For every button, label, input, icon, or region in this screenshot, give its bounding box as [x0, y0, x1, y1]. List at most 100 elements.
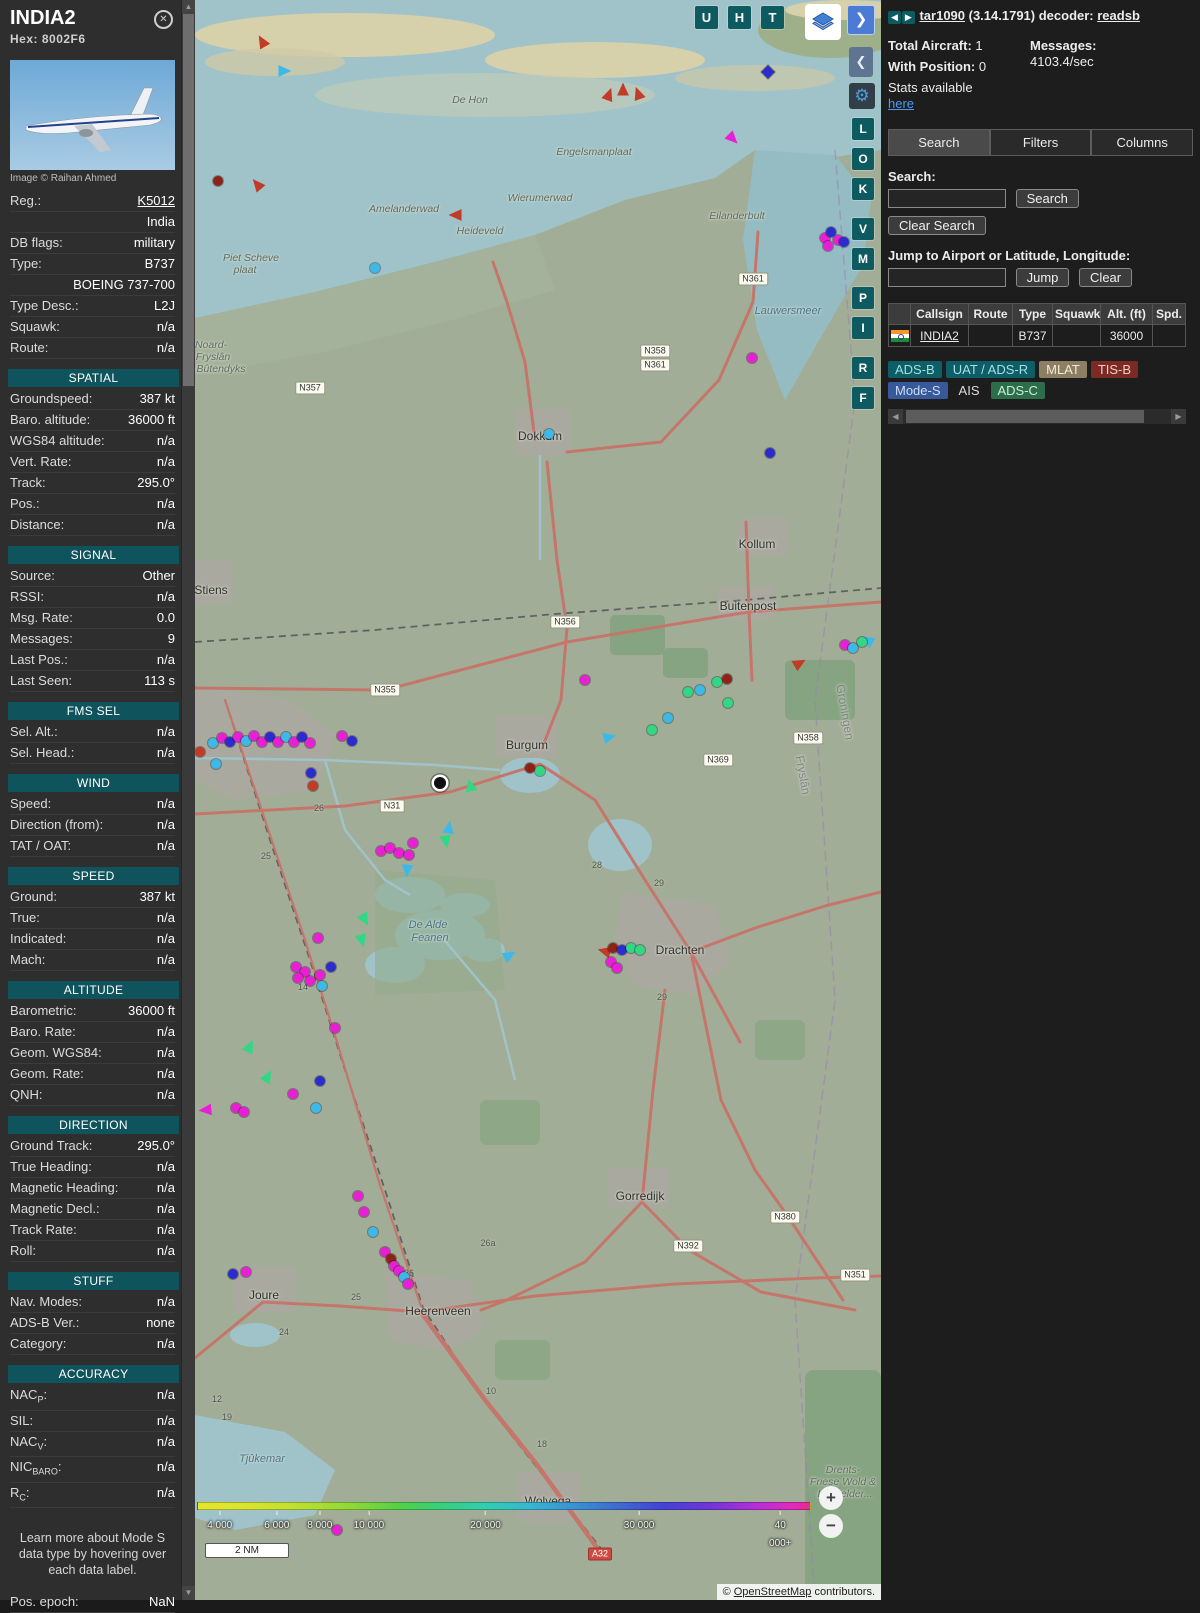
map-button-t[interactable]: T — [761, 6, 784, 29]
legend-mlat[interactable]: MLAT — [1039, 361, 1087, 378]
scroll-left-icon[interactable]: ◀ — [888, 409, 903, 424]
map-button-k[interactable]: K — [852, 178, 874, 200]
aircraft-marker[interactable] — [747, 353, 757, 363]
jump-input[interactable] — [888, 268, 1006, 287]
aircraft-marker[interactable] — [765, 448, 775, 458]
aircraft-marker[interactable] — [317, 981, 327, 991]
table-header-cell[interactable]: Squawk — [1053, 304, 1101, 325]
map-button-f[interactable]: F — [852, 387, 874, 409]
table-header-cell[interactable]: Callsign — [911, 304, 969, 325]
panel-collapse-left-icon[interactable]: ◀ — [888, 11, 901, 24]
legend-tis-b[interactable]: TIS-B — [1090, 361, 1139, 378]
aircraft-marker[interactable] — [525, 763, 535, 773]
table-header-cell[interactable]: Spd. — [1153, 304, 1186, 325]
aircraft-marker[interactable] — [353, 1191, 363, 1201]
aircraft-marker[interactable] — [305, 738, 315, 748]
aircraft-marker[interactable] — [315, 1076, 325, 1086]
aircraft-marker[interactable] — [195, 747, 205, 757]
aircraft-marker[interactable] — [647, 725, 657, 735]
callsign-link[interactable]: INDIA2 — [920, 329, 959, 343]
settings-button[interactable]: ⚙ — [849, 83, 875, 109]
aircraft-marker[interactable] — [306, 768, 316, 778]
collapse-sidebar-button[interactable]: ❮ — [849, 47, 873, 77]
aircraft-marker[interactable] — [311, 1103, 321, 1113]
search-button[interactable]: Search — [1015, 189, 1079, 208]
aircraft-marker[interactable] — [305, 976, 315, 986]
layers-button[interactable] — [805, 4, 841, 40]
table-horizontal-scrollbar[interactable]: ◀ ▶ — [888, 409, 1186, 424]
aircraft-marker[interactable] — [315, 970, 325, 980]
stats-here-link[interactable]: here — [888, 96, 914, 111]
tar1090-link[interactable]: tar1090 — [919, 8, 965, 23]
legend-uat-ads-r[interactable]: UAT / ADS-R — [945, 361, 1036, 378]
aircraft-marker[interactable] — [695, 685, 705, 695]
aircraft-marker[interactable] — [535, 766, 545, 776]
aircraft-marker[interactable] — [404, 850, 414, 860]
aircraft-marker[interactable] — [347, 736, 357, 746]
tab-columns[interactable]: Columns — [1091, 129, 1194, 156]
table-header-cell[interactable] — [889, 304, 911, 325]
aircraft-marker[interactable] — [635, 945, 645, 955]
close-icon[interactable]: ✕ — [154, 10, 173, 29]
map-button-m[interactable]: M — [852, 248, 874, 270]
aircraft-marker[interactable] — [326, 962, 336, 972]
search-input[interactable] — [888, 189, 1006, 208]
aircraft-marker[interactable] — [293, 973, 303, 983]
aircraft-photo[interactable] — [10, 60, 175, 170]
zoom-out-button[interactable]: − — [819, 1514, 843, 1538]
map-button-v[interactable]: V — [852, 218, 874, 240]
aircraft-marker[interactable] — [683, 687, 693, 697]
aircraft-marker[interactable] — [330, 1023, 340, 1033]
clear-search-button[interactable]: Clear Search — [888, 216, 986, 235]
hscroll-thumb[interactable] — [906, 410, 1144, 423]
map[interactable]: De Hon Engelsmanplaat Wierumerwad Amelander… — [195, 0, 881, 1600]
jump-clear-button[interactable]: Clear — [1079, 268, 1133, 287]
table-header-cell[interactable]: Alt. (ft) — [1101, 304, 1153, 325]
aircraft-marker[interactable] — [288, 1089, 298, 1099]
aircraft-marker[interactable] — [723, 698, 733, 708]
aircraft-marker[interactable] — [228, 1269, 238, 1279]
map-button-l[interactable]: L — [852, 118, 874, 140]
aircraft-marker[interactable] — [839, 237, 849, 247]
map-button-i[interactable]: I — [852, 317, 874, 339]
openstreetmap-link[interactable]: OpenStreetMap — [734, 1586, 812, 1598]
tab-search[interactable]: Search — [888, 129, 990, 156]
aircraft-marker[interactable] — [213, 176, 223, 186]
left-panel-scrollbar[interactable]: ▲ ▼ — [181, 0, 195, 1600]
aircraft-marker[interactable] — [359, 1207, 369, 1217]
map-button-u[interactable]: U — [695, 6, 718, 29]
map-button-r[interactable]: R — [852, 357, 874, 379]
scrollbar-thumb[interactable] — [183, 14, 194, 386]
map-button-p[interactable]: P — [852, 287, 874, 309]
aircraft-marker[interactable] — [857, 637, 867, 647]
zoom-in-button[interactable]: + — [819, 1486, 843, 1510]
aircraft-marker[interactable] — [544, 429, 554, 439]
panel-collapse-right-icon[interactable]: ▶ — [901, 11, 915, 24]
table-header-cell[interactable]: Route — [969, 304, 1013, 325]
jump-button[interactable]: Jump — [1015, 268, 1070, 287]
selected-aircraft-marker[interactable] — [434, 777, 446, 789]
aircraft-marker[interactable] — [370, 263, 380, 273]
aircraft-marker[interactable] — [239, 1107, 249, 1117]
aircraft-marker[interactable] — [403, 1279, 413, 1289]
scroll-right-icon[interactable]: ▶ — [1171, 409, 1186, 424]
aircraft-marker[interactable] — [848, 643, 858, 653]
scroll-down-icon[interactable]: ▼ — [182, 1586, 195, 1600]
aircraft-marker[interactable] — [241, 1267, 251, 1277]
legend-mode-s[interactable]: Mode-S — [888, 382, 948, 399]
readsb-link[interactable]: readsb — [1097, 8, 1140, 23]
aircraft-marker[interactable] — [313, 933, 323, 943]
legend-ads-c[interactable]: ADS-C — [990, 382, 1045, 399]
aircraft-marker[interactable] — [394, 848, 404, 858]
aircraft-marker[interactable] — [580, 675, 590, 685]
aircraft-marker[interactable] — [823, 241, 833, 251]
legend-ads-b[interactable]: ADS-B — [888, 361, 942, 378]
aircraft-marker[interactable] — [612, 963, 622, 973]
aircraft-marker[interactable] — [722, 674, 732, 684]
aircraft-marker[interactable] — [211, 759, 221, 769]
aircraft-marker[interactable] — [368, 1227, 378, 1237]
map-button-o[interactable]: O — [852, 148, 874, 170]
scroll-up-icon[interactable]: ▲ — [182, 0, 195, 14]
tab-filters[interactable]: Filters — [989, 129, 1092, 156]
table-header-cell[interactable]: Type — [1013, 304, 1053, 325]
